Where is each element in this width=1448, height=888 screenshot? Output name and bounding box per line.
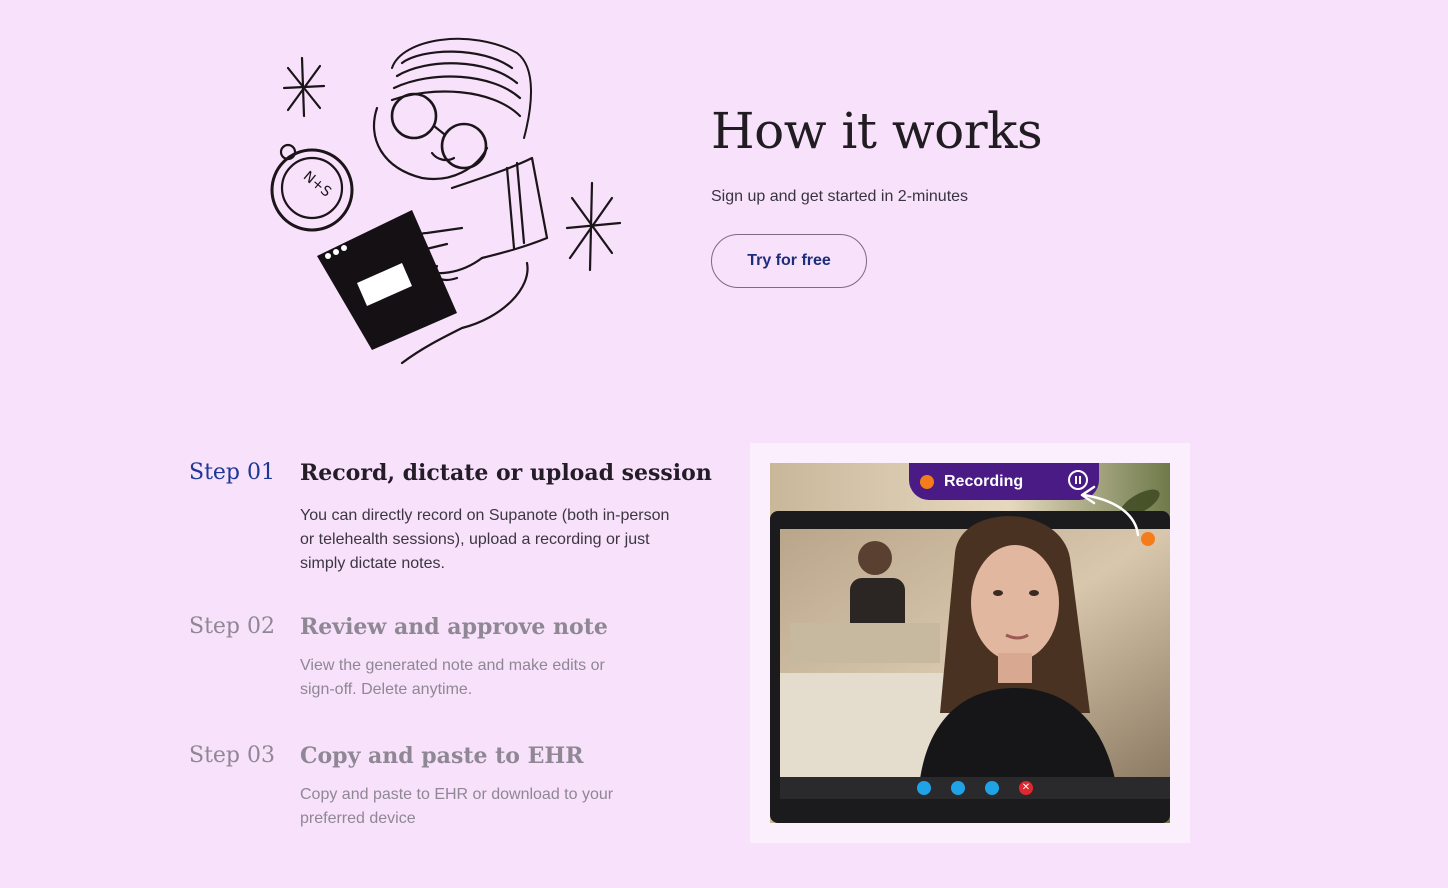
step-number: Step 02 — [189, 614, 276, 639]
telehealth-session-image: Recording ✕ — [770, 463, 1170, 823]
hero-subtitle: Sign up and get started in 2-minutes — [711, 188, 969, 205]
step-title: Record, dictate or upload session — [300, 460, 712, 486]
step-title: Copy and paste to EHR — [300, 743, 584, 769]
hero-section: How it works Sign up and get started in … — [711, 100, 1043, 288]
arrow-annotation-icon — [1080, 485, 1155, 546]
chat-icon[interactable] — [985, 781, 999, 795]
step-description: You can directly record on Supanote (bot… — [300, 507, 670, 572]
demo-media-frame: Recording ✕ — [750, 443, 1190, 843]
page-title: How it works — [711, 102, 1043, 160]
step-title: Review and approve note — [300, 614, 608, 640]
recording-label: Recording — [944, 472, 1024, 490]
step-number: Step 03 — [189, 743, 276, 768]
end-call-icon[interactable]: ✕ — [1019, 781, 1033, 795]
try-for-free-button[interactable]: Try for free — [711, 234, 867, 288]
recording-dot-icon — [920, 474, 934, 489]
step-description: Copy and paste to EHR or download to you… — [300, 786, 614, 827]
signal-icon[interactable] — [951, 781, 965, 795]
step-description: View the generated note and make edits o… — [300, 657, 605, 698]
sparkle-icon — [565, 181, 622, 272]
compass-icon: N+S — [270, 143, 354, 232]
svg-text:N+S: N+S — [300, 168, 334, 200]
sparkle-icon — [282, 56, 326, 118]
doctor-with-tablet-illustration: N+S — [270, 37, 622, 365]
step-number: Step 01 — [189, 460, 276, 485]
call-controls-bar: ✕ — [780, 777, 1170, 799]
hero-illustration: N+S — [262, 28, 632, 373]
video-icon[interactable] — [917, 781, 931, 795]
